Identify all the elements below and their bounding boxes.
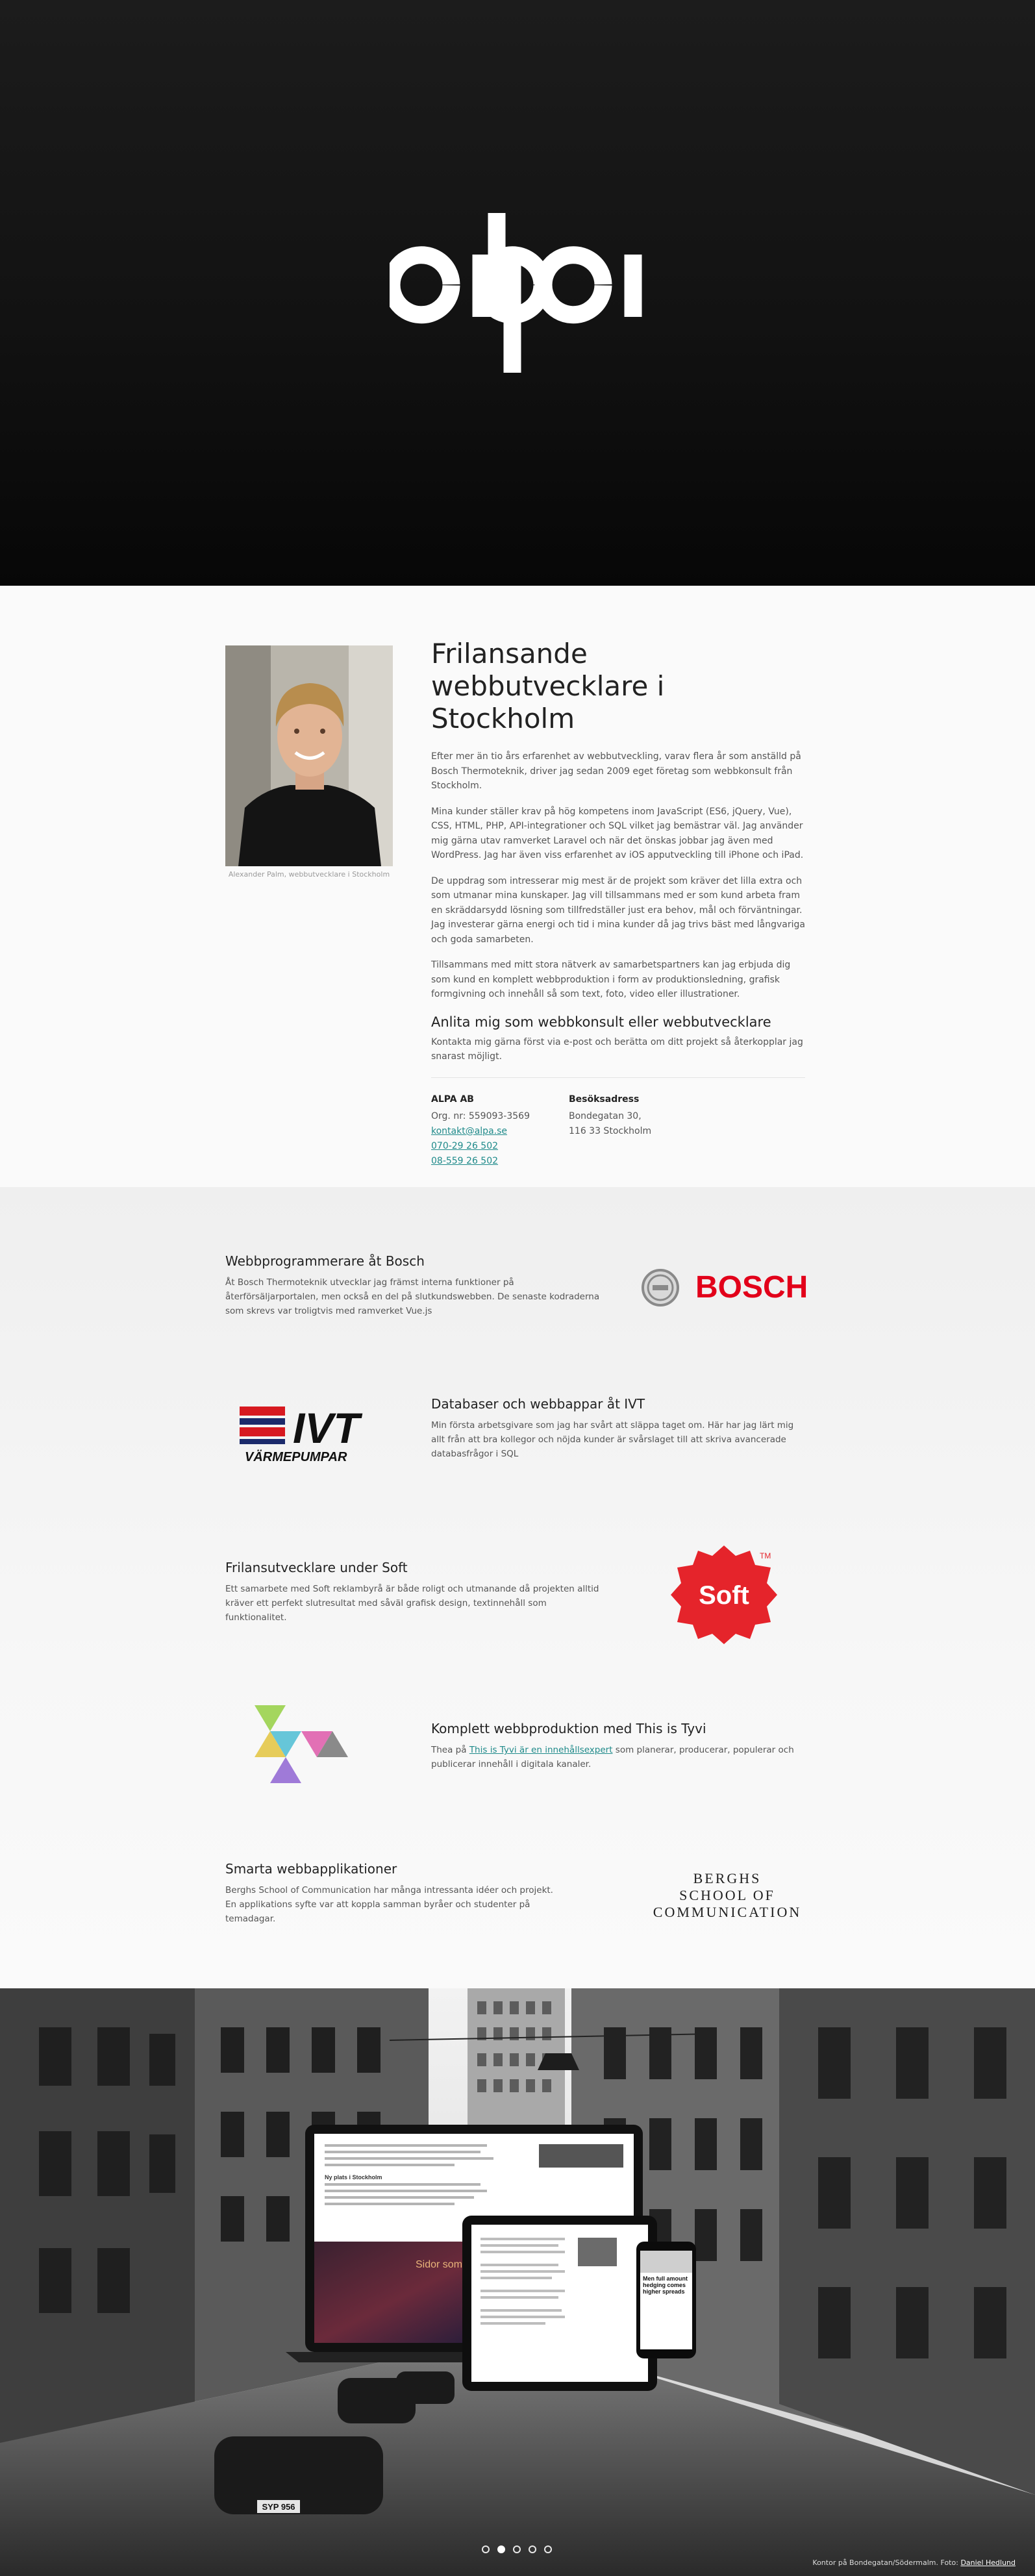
- project-text: Thea på This is Tyvi är en innehållsexpe…: [431, 1745, 794, 1769]
- berghs-line-3: COMMUNICATION: [653, 1904, 801, 1920]
- intro-paragraph-1: Efter mer än tio års erfarenhet av webbu…: [431, 751, 801, 791]
- street-photo: SYP 956 Ny plats i Stockholm Sidor som ä…: [0, 1988, 1035, 2576]
- soft-logo-text: Soft: [699, 1581, 749, 1610]
- email-link[interactable]: kontakt@alpa.se: [431, 1126, 507, 1136]
- visit-address-block: Besöksadress Bondegatan 30, 116 33 Stock…: [569, 1092, 651, 1169]
- project-ivt: Databaser och webbappar åt IVT Min först…: [431, 1395, 808, 1461]
- project-title: Frilansutvecklare under Soft: [225, 1560, 408, 1575]
- showcase-section: SYP 956 Ny plats i Stockholm Sidor som ä…: [0, 1988, 1035, 2576]
- hero-section: [0, 0, 1035, 586]
- ivt-logo-sub: VÄRMEPUMPAR: [245, 1449, 347, 1464]
- laptop-heading: Ny plats i Stockholm: [325, 2174, 382, 2181]
- visit-city: 116 33 Stockholm: [569, 1125, 652, 1136]
- visit-heading: Besöksadress: [569, 1094, 640, 1105]
- tyvi-logo: [255, 1705, 348, 1783]
- portrait-caption: Alexander Palm, webbutvecklare i Stockho…: [228, 870, 390, 879]
- company-heading: ALPA AB: [431, 1094, 474, 1105]
- phone-link-mobile[interactable]: 070-29 26 502: [431, 1141, 498, 1151]
- project-title: Smarta webbapplikationer: [225, 1861, 397, 1877]
- bosch-logo-text: BOSCH: [695, 1270, 808, 1305]
- divider: [431, 1077, 805, 1078]
- car-plate-text: SYP 956: [262, 2502, 295, 2512]
- intro-paragraph-4: Tillsammans med mitt stora nätverk av sa…: [431, 960, 791, 999]
- carousel-dot-2[interactable]: [497, 2545, 505, 2553]
- contact-info: ALPA AB Org. nr: 559093-3569 kontakt@alp…: [431, 1092, 805, 1169]
- phone-link-office[interactable]: 08-559 26 502: [431, 1156, 498, 1166]
- project-text: Ett samarbete med Soft reklambyrå är båd…: [225, 1584, 599, 1623]
- intro-paragraph-3: De uppdrag som intresserar mig mest är d…: [431, 875, 805, 945]
- intro-paragraph-2: Mina kunder ställer krav på hög kompeten…: [431, 806, 804, 861]
- tyvi-link[interactable]: This is Tyvi är en innehållsexpert: [469, 1745, 613, 1755]
- carousel-dot-5[interactable]: [544, 2545, 552, 2553]
- berghs-logo: BERGHS SCHOOL OF COMMUNICATION: [653, 1870, 801, 1920]
- ivt-logo-text: IVT: [293, 1404, 362, 1452]
- project-text: Min första arbetsgivare som jag har svår…: [431, 1420, 794, 1459]
- page-title: Frilansande webbutvecklare i Stockholm: [431, 638, 665, 734]
- project-soft: Frilansutvecklare under Soft Ett samarbe…: [225, 1558, 608, 1625]
- portrait-photo: [225, 645, 393, 866]
- project-text: Berghs School of Communication har många…: [225, 1885, 553, 1924]
- project-title: Databaser och webbappar åt IVT: [431, 1396, 645, 1412]
- projects-section: Webbprogrammerare åt Bosch Åt Bosch Ther…: [0, 1187, 1035, 1988]
- photographer-link[interactable]: Daniel Hedlund: [960, 2558, 1016, 2567]
- intro-section: Alexander Palm, webbutvecklare i Stockho…: [0, 586, 1035, 1187]
- carousel-dot-1[interactable]: [482, 2545, 490, 2553]
- project-tyvi: Komplett webbproduktion med This is Tyvi…: [431, 1719, 808, 1771]
- phone-heading: Men full amount hedging comes higher spr…: [643, 2275, 688, 2295]
- carousel-dot-3[interactable]: [513, 2545, 521, 2553]
- berghs-line-2: SCHOOL OF: [679, 1887, 775, 1903]
- visit-street: Bondegatan 30,: [569, 1110, 642, 1121]
- soft-tm-mark: TM: [760, 1551, 771, 1560]
- company-block: ALPA AB Org. nr: 559093-3569 kontakt@alp…: [431, 1092, 530, 1169]
- intro-text-block: Frilansande webbutvecklare i Stockholm E…: [431, 638, 805, 1169]
- hire-text: Kontakta mig gärna först via e-post och …: [431, 1036, 803, 1062]
- carousel-dot-4[interactable]: [529, 2545, 536, 2553]
- berghs-line-1: BERGHS: [693, 1870, 762, 1886]
- bosch-logo: BOSCH: [642, 1269, 808, 1307]
- soft-logo: Soft TM: [671, 1545, 777, 1644]
- project-title: Webbprogrammerare åt Bosch: [225, 1253, 425, 1269]
- ivt-logo: IVT VÄRMEPUMPAR: [240, 1404, 362, 1464]
- project-berghs: Smarta webbapplikationer Berghs School o…: [225, 1860, 563, 1926]
- project-title: Komplett webbproduktion med This is Tyvi: [431, 1721, 706, 1736]
- project-text: Åt Bosch Thermoteknik utvecklar jag främ…: [225, 1277, 600, 1316]
- hire-title: Anlita mig som webbkonsult eller webbutv…: [431, 1014, 771, 1030]
- alpa-logo: [390, 213, 642, 373]
- photo-credit: Kontor på Bondegatan/Södermalm. Foto: Da…: [812, 2558, 1016, 2567]
- project-bosch: Webbprogrammerare åt Bosch Åt Bosch Ther…: [225, 1252, 608, 1318]
- carousel-dots: [482, 2545, 552, 2553]
- org-number: Org. nr: 559093-3569: [431, 1110, 530, 1121]
